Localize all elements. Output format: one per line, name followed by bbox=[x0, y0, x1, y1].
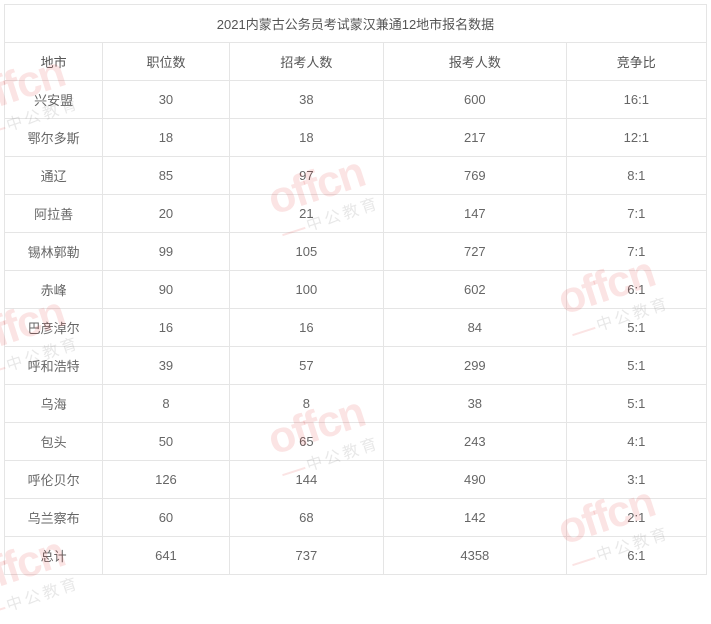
cell: 阿拉善 bbox=[5, 195, 103, 233]
table-row: 巴彦淖尔1616845:1 bbox=[5, 309, 707, 347]
cell: 769 bbox=[384, 157, 567, 195]
table-row: 呼和浩特39572995:1 bbox=[5, 347, 707, 385]
cell: 7:1 bbox=[566, 233, 706, 271]
header-city: 地市 bbox=[5, 43, 103, 81]
cell: 16 bbox=[229, 309, 383, 347]
table-row: 阿拉善20211477:1 bbox=[5, 195, 707, 233]
cell: 8:1 bbox=[566, 157, 706, 195]
cell: 57 bbox=[229, 347, 383, 385]
cell: 乌兰察布 bbox=[5, 499, 103, 537]
cell: 锡林郭勒 bbox=[5, 233, 103, 271]
cell: 3:1 bbox=[566, 461, 706, 499]
header-row: 地市 职位数 招考人数 报考人数 竞争比 bbox=[5, 43, 707, 81]
cell: 142 bbox=[384, 499, 567, 537]
cell: 217 bbox=[384, 119, 567, 157]
table-row: 鄂尔多斯181821712:1 bbox=[5, 119, 707, 157]
cell: 12:1 bbox=[566, 119, 706, 157]
cell: 90 bbox=[103, 271, 229, 309]
table-title: 2021内蒙古公务员考试蒙汉兼通12地市报名数据 bbox=[5, 5, 707, 43]
cell: 84 bbox=[384, 309, 567, 347]
table-row: 兴安盟303860016:1 bbox=[5, 81, 707, 119]
cell: 105 bbox=[229, 233, 383, 271]
cell: 8 bbox=[103, 385, 229, 423]
table-row: 锡林郭勒991057277:1 bbox=[5, 233, 707, 271]
cell: 85 bbox=[103, 157, 229, 195]
cell: 呼和浩特 bbox=[5, 347, 103, 385]
cell: 38 bbox=[229, 81, 383, 119]
cell: 6:1 bbox=[566, 271, 706, 309]
cell: 100 bbox=[229, 271, 383, 309]
table-row: 乌海88385:1 bbox=[5, 385, 707, 423]
cell: 490 bbox=[384, 461, 567, 499]
data-table: 2021内蒙古公务员考试蒙汉兼通12地市报名数据 地市 职位数 招考人数 报考人… bbox=[4, 4, 707, 575]
cell: 7:1 bbox=[566, 195, 706, 233]
cell: 97 bbox=[229, 157, 383, 195]
header-ratio: 竞争比 bbox=[566, 43, 706, 81]
cell: 巴彦淖尔 bbox=[5, 309, 103, 347]
cell: 21 bbox=[229, 195, 383, 233]
cell: 呼伦贝尔 bbox=[5, 461, 103, 499]
cell: 乌海 bbox=[5, 385, 103, 423]
table-row: 乌兰察布60681422:1 bbox=[5, 499, 707, 537]
table-row: 包头50652434:1 bbox=[5, 423, 707, 461]
cell: 126 bbox=[103, 461, 229, 499]
cell: 18 bbox=[229, 119, 383, 157]
header-positions: 职位数 bbox=[103, 43, 229, 81]
table-row: 赤峰901006026:1 bbox=[5, 271, 707, 309]
cell: 18 bbox=[103, 119, 229, 157]
cell: 243 bbox=[384, 423, 567, 461]
cell: 39 bbox=[103, 347, 229, 385]
title-row: 2021内蒙古公务员考试蒙汉兼通12地市报名数据 bbox=[5, 5, 707, 43]
cell: 5:1 bbox=[566, 309, 706, 347]
table-row: 呼伦贝尔1261444903:1 bbox=[5, 461, 707, 499]
cell: 赤峰 bbox=[5, 271, 103, 309]
cell: 16 bbox=[103, 309, 229, 347]
cell: 5:1 bbox=[566, 385, 706, 423]
cell: 20 bbox=[103, 195, 229, 233]
cell: 600 bbox=[384, 81, 567, 119]
cell: 65 bbox=[229, 423, 383, 461]
header-recruits: 招考人数 bbox=[229, 43, 383, 81]
cell: 38 bbox=[384, 385, 567, 423]
table-container: 2021内蒙古公务员考试蒙汉兼通12地市报名数据 地市 职位数 招考人数 报考人… bbox=[0, 0, 711, 579]
cell: 68 bbox=[229, 499, 383, 537]
cell: 通辽 bbox=[5, 157, 103, 195]
cell: 4:1 bbox=[566, 423, 706, 461]
cell: 144 bbox=[229, 461, 383, 499]
cell: 99 bbox=[103, 233, 229, 271]
table-row: 通辽85977698:1 bbox=[5, 157, 707, 195]
cell: 30 bbox=[103, 81, 229, 119]
cell: 2:1 bbox=[566, 499, 706, 537]
cell: 16:1 bbox=[566, 81, 706, 119]
cell: 727 bbox=[384, 233, 567, 271]
cell: 包头 bbox=[5, 423, 103, 461]
cell: 兴安盟 bbox=[5, 81, 103, 119]
cell: 50 bbox=[103, 423, 229, 461]
cell: 鄂尔多斯 bbox=[5, 119, 103, 157]
cell: 299 bbox=[384, 347, 567, 385]
cell: 60 bbox=[103, 499, 229, 537]
cell: 147 bbox=[384, 195, 567, 233]
cell: 8 bbox=[229, 385, 383, 423]
header-applicants: 报考人数 bbox=[384, 43, 567, 81]
cell: 5:1 bbox=[566, 347, 706, 385]
cell: 602 bbox=[384, 271, 567, 309]
